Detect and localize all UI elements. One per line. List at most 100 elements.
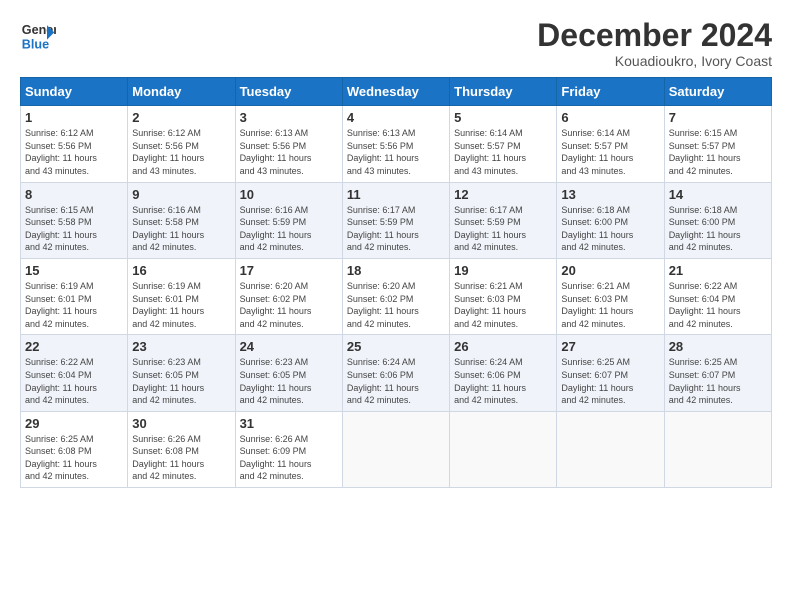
table-row: 23 Sunrise: 6:23 AM Sunset: 6:05 PM Dayli… bbox=[128, 335, 235, 411]
table-row: 11 Sunrise: 6:17 AM Sunset: 5:59 PM Dayli… bbox=[342, 182, 449, 258]
calendar-table: Sunday Monday Tuesday Wednesday Thursday… bbox=[20, 77, 772, 488]
day-number: 20 bbox=[561, 263, 659, 278]
day-detail: Sunrise: 6:14 AM Sunset: 5:57 PM Dayligh… bbox=[454, 127, 552, 177]
day-number: 14 bbox=[669, 187, 767, 202]
table-row: 8 Sunrise: 6:15 AM Sunset: 5:58 PM Daylig… bbox=[21, 182, 128, 258]
page-container: General Blue December 2024 Kouadioukro, … bbox=[0, 0, 792, 498]
day-detail: Sunrise: 6:19 AM Sunset: 6:01 PM Dayligh… bbox=[132, 280, 230, 330]
day-number: 21 bbox=[669, 263, 767, 278]
table-row bbox=[557, 411, 664, 487]
day-detail: Sunrise: 6:25 AM Sunset: 6:07 PM Dayligh… bbox=[669, 356, 767, 406]
day-detail: Sunrise: 6:25 AM Sunset: 6:07 PM Dayligh… bbox=[561, 356, 659, 406]
svg-text:Blue: Blue bbox=[22, 38, 49, 52]
day-number: 8 bbox=[25, 187, 123, 202]
day-detail: Sunrise: 6:16 AM Sunset: 5:58 PM Dayligh… bbox=[132, 204, 230, 254]
table-row: 13 Sunrise: 6:18 AM Sunset: 6:00 PM Dayli… bbox=[557, 182, 664, 258]
day-detail: Sunrise: 6:13 AM Sunset: 5:56 PM Dayligh… bbox=[347, 127, 445, 177]
day-detail: Sunrise: 6:22 AM Sunset: 6:04 PM Dayligh… bbox=[669, 280, 767, 330]
day-detail: Sunrise: 6:17 AM Sunset: 5:59 PM Dayligh… bbox=[347, 204, 445, 254]
day-detail: Sunrise: 6:26 AM Sunset: 6:09 PM Dayligh… bbox=[240, 433, 338, 483]
day-detail: Sunrise: 6:18 AM Sunset: 6:00 PM Dayligh… bbox=[669, 204, 767, 254]
day-number: 28 bbox=[669, 339, 767, 354]
day-number: 4 bbox=[347, 110, 445, 125]
col-tuesday: Tuesday bbox=[235, 78, 342, 106]
day-number: 3 bbox=[240, 110, 338, 125]
day-detail: Sunrise: 6:23 AM Sunset: 6:05 PM Dayligh… bbox=[132, 356, 230, 406]
day-detail: Sunrise: 6:16 AM Sunset: 5:59 PM Dayligh… bbox=[240, 204, 338, 254]
table-row: 17 Sunrise: 6:20 AM Sunset: 6:02 PM Dayli… bbox=[235, 258, 342, 334]
title-block: December 2024 Kouadioukro, Ivory Coast bbox=[537, 18, 772, 69]
day-number: 17 bbox=[240, 263, 338, 278]
table-row: 15 Sunrise: 6:19 AM Sunset: 6:01 PM Dayli… bbox=[21, 258, 128, 334]
day-detail: Sunrise: 6:12 AM Sunset: 5:56 PM Dayligh… bbox=[132, 127, 230, 177]
day-detail: Sunrise: 6:19 AM Sunset: 6:01 PM Dayligh… bbox=[25, 280, 123, 330]
day-number: 7 bbox=[669, 110, 767, 125]
table-row: 9Sunrise: 6:16 AM Sunset: 5:58 PM Daylig… bbox=[128, 182, 235, 258]
table-row: 22Sunrise: 6:22 AM Sunset: 6:04 PM Dayli… bbox=[21, 335, 128, 411]
day-detail: Sunrise: 6:13 AM Sunset: 5:56 PM Dayligh… bbox=[240, 127, 338, 177]
table-row: 30 Sunrise: 6:26 AM Sunset: 6:08 PM Dayli… bbox=[128, 411, 235, 487]
logo-icon: General Blue bbox=[20, 18, 56, 54]
day-detail: Sunrise: 6:21 AM Sunset: 6:03 PM Dayligh… bbox=[561, 280, 659, 330]
col-thursday: Thursday bbox=[450, 78, 557, 106]
day-detail: Sunrise: 6:21 AM Sunset: 6:03 PM Dayligh… bbox=[454, 280, 552, 330]
day-number: 19 bbox=[454, 263, 552, 278]
table-row: 20 Sunrise: 6:21 AM Sunset: 6:03 PM Dayli… bbox=[557, 258, 664, 334]
table-row: 18 Sunrise: 6:20 AM Sunset: 6:02 PM Dayli… bbox=[342, 258, 449, 334]
day-number: 23 bbox=[132, 339, 230, 354]
col-sunday: Sunday bbox=[21, 78, 128, 106]
day-detail: Sunrise: 6:15 AM Sunset: 5:57 PM Dayligh… bbox=[669, 127, 767, 177]
table-row: 31 Sunrise: 6:26 AM Sunset: 6:09 PM Dayli… bbox=[235, 411, 342, 487]
day-number: 11 bbox=[347, 187, 445, 202]
day-number: 12 bbox=[454, 187, 552, 202]
day-detail: Sunrise: 6:18 AM Sunset: 6:00 PM Dayligh… bbox=[561, 204, 659, 254]
table-row: 7 Sunrise: 6:15 AM Sunset: 5:57 PM Daylig… bbox=[664, 106, 771, 182]
day-number: 30 bbox=[132, 416, 230, 431]
day-number: 18 bbox=[347, 263, 445, 278]
col-friday: Friday bbox=[557, 78, 664, 106]
table-row: 16 Sunrise: 6:19 AM Sunset: 6:01 PM Dayli… bbox=[128, 258, 235, 334]
table-row bbox=[664, 411, 771, 487]
col-wednesday: Wednesday bbox=[342, 78, 449, 106]
day-number: 1 bbox=[25, 110, 123, 125]
week-row-1: 1 Sunrise: 6:12 AM Sunset: 5:56 PM Daylig… bbox=[21, 106, 772, 182]
day-number: 5 bbox=[454, 110, 552, 125]
day-detail: Sunrise: 6:25 AM Sunset: 6:08 PM Dayligh… bbox=[25, 433, 123, 483]
day-number: 25 bbox=[347, 339, 445, 354]
table-row: 2 Sunrise: 6:12 AM Sunset: 5:56 PM Daylig… bbox=[128, 106, 235, 182]
day-detail: Sunrise: 6:17 AM Sunset: 5:59 PM Dayligh… bbox=[454, 204, 552, 254]
week-row-2: 8 Sunrise: 6:15 AM Sunset: 5:58 PM Daylig… bbox=[21, 182, 772, 258]
table-row: 6 Sunrise: 6:14 AM Sunset: 5:57 PM Daylig… bbox=[557, 106, 664, 182]
day-detail: Sunrise: 6:24 AM Sunset: 6:06 PM Dayligh… bbox=[454, 356, 552, 406]
day-detail: Sunrise: 6:24 AM Sunset: 6:06 PM Dayligh… bbox=[347, 356, 445, 406]
day-detail: Sunrise: 6:20 AM Sunset: 6:02 PM Dayligh… bbox=[347, 280, 445, 330]
day-detail: Sunrise: 6:14 AM Sunset: 5:57 PM Dayligh… bbox=[561, 127, 659, 177]
table-row bbox=[342, 411, 449, 487]
calendar-header-row: Sunday Monday Tuesday Wednesday Thursday… bbox=[21, 78, 772, 106]
location-subtitle: Kouadioukro, Ivory Coast bbox=[537, 53, 772, 69]
day-number: 26 bbox=[454, 339, 552, 354]
day-number: 31 bbox=[240, 416, 338, 431]
day-number: 6 bbox=[561, 110, 659, 125]
day-number: 15 bbox=[25, 263, 123, 278]
table-row: 5 Sunrise: 6:14 AM Sunset: 5:57 PM Daylig… bbox=[450, 106, 557, 182]
table-row: 19 Sunrise: 6:21 AM Sunset: 6:03 PM Dayli… bbox=[450, 258, 557, 334]
month-title: December 2024 bbox=[537, 18, 772, 53]
table-row: 14 Sunrise: 6:18 AM Sunset: 6:00 PM Dayli… bbox=[664, 182, 771, 258]
week-row-3: 15 Sunrise: 6:19 AM Sunset: 6:01 PM Dayli… bbox=[21, 258, 772, 334]
day-detail: Sunrise: 6:26 AM Sunset: 6:08 PM Dayligh… bbox=[132, 433, 230, 483]
day-detail: Sunrise: 6:15 AM Sunset: 5:58 PM Dayligh… bbox=[25, 204, 123, 254]
table-row: 21 Sunrise: 6:22 AM Sunset: 6:04 PM Dayli… bbox=[664, 258, 771, 334]
day-number: 13 bbox=[561, 187, 659, 202]
table-row: 3 Sunrise: 6:13 AM Sunset: 5:56 PM Daylig… bbox=[235, 106, 342, 182]
logo: General Blue bbox=[20, 18, 56, 54]
table-row: 27Sunrise: 6:25 AM Sunset: 6:07 PM Dayli… bbox=[557, 335, 664, 411]
table-row: 24Sunrise: 6:23 AM Sunset: 6:05 PM Dayli… bbox=[235, 335, 342, 411]
day-number: 16 bbox=[132, 263, 230, 278]
day-detail: Sunrise: 6:22 AM Sunset: 6:04 PM Dayligh… bbox=[25, 356, 123, 406]
table-row: 4 Sunrise: 6:13 AM Sunset: 5:56 PM Daylig… bbox=[342, 106, 449, 182]
table-row: 12 Sunrise: 6:17 AM Sunset: 5:59 PM Dayli… bbox=[450, 182, 557, 258]
day-number: 2 bbox=[132, 110, 230, 125]
day-number: 24 bbox=[240, 339, 338, 354]
day-detail: Sunrise: 6:20 AM Sunset: 6:02 PM Dayligh… bbox=[240, 280, 338, 330]
